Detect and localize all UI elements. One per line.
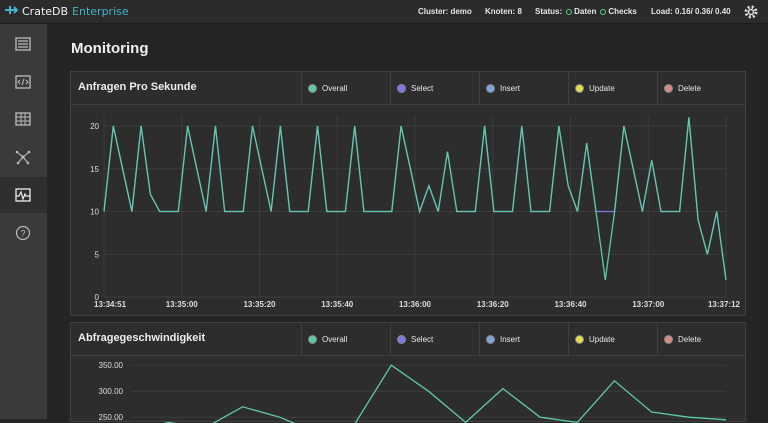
x-tick-label: 13:36:20	[477, 300, 510, 309]
legend-overall-label: Overall	[322, 335, 348, 344]
series-line-overall	[163, 364, 727, 423]
sidebar-item-console[interactable]	[13, 72, 33, 92]
x-tick-label: 13:36:40	[554, 300, 587, 309]
main-content: Monitoring Anfragen Pro Sekunde Overall …	[47, 24, 768, 423]
settings-gear-icon[interactable]	[743, 4, 759, 22]
top-bar: CrateDB Enterprise Cluster: demo Knoten:…	[0, 0, 768, 24]
y-tick-label: 300.00	[99, 387, 124, 396]
overall-dot-icon	[308, 84, 317, 93]
checks-status-icon	[600, 9, 607, 15]
qps-panel-header: Anfragen Pro Sekunde Overall Select Inse…	[71, 72, 745, 105]
update-dot-icon	[575, 335, 584, 344]
select-dot-icon	[397, 84, 406, 93]
y-tick-label: 20	[90, 122, 99, 131]
legend-insert[interactable]: Insert	[479, 72, 568, 105]
status: Status: Daten Checks	[535, 7, 637, 16]
brand-name: CrateDB	[22, 5, 69, 18]
legend-delete[interactable]: Delete	[657, 72, 746, 105]
svg-text:?: ?	[20, 229, 25, 239]
cluster-icon	[15, 150, 31, 165]
legend-update-2[interactable]: Update	[568, 323, 657, 356]
console-icon	[15, 75, 31, 89]
speed-panel-title: Abfragegeschwindigkeit	[78, 332, 206, 344]
load-average: Load: 0.16/ 0.36/ 0.40	[651, 7, 731, 16]
status-checks[interactable]: Checks	[608, 7, 636, 16]
overall-dot-icon	[308, 335, 317, 344]
insert-dot-icon	[486, 84, 495, 93]
x-tick-label: 13:35:20	[243, 300, 276, 309]
legend-overall-2[interactable]: Overall	[301, 323, 390, 356]
speed-chart: 350.00 300.00 250.00	[99, 361, 727, 423]
y-tick-label: 250.00	[99, 413, 124, 422]
legend-delete-label: Delete	[678, 335, 702, 344]
y-tick-label: 15	[90, 165, 99, 174]
y-tick-label: 5	[95, 250, 100, 259]
legend-update-label: Update	[589, 335, 615, 344]
legend-select[interactable]: Select	[390, 72, 479, 105]
x-tick-label: 13:34:51	[94, 300, 127, 309]
data-status-icon	[566, 9, 573, 15]
select-dot-icon	[397, 335, 406, 344]
speed-panel: Abfragegeschwindigkeit Overall Select In…	[70, 322, 746, 423]
monitoring-icon	[15, 188, 31, 202]
x-tick-label: 13:35:00	[166, 300, 199, 309]
sidebar-item-help[interactable]: ?	[13, 223, 33, 243]
legend-insert-label: Insert	[500, 84, 521, 93]
qps-panel: Anfragen Pro Sekunde Overall Select Inse…	[70, 71, 746, 316]
sidebar: ?	[0, 24, 47, 419]
legend-select-label: Select	[411, 335, 434, 344]
tables-icon	[15, 112, 31, 126]
sidebar-item-cluster[interactable]	[13, 147, 33, 167]
legend-update[interactable]: Update	[568, 72, 657, 105]
legend-select-2[interactable]: Select	[390, 323, 479, 356]
node-count: Knoten: 8	[485, 7, 522, 16]
legend-overall-label: Overall	[322, 84, 348, 93]
x-tick-label: 13:35:40	[321, 300, 354, 309]
update-dot-icon	[575, 84, 584, 93]
help-icon: ?	[15, 225, 31, 241]
insert-dot-icon	[486, 335, 495, 344]
legend-insert-2[interactable]: Insert	[479, 323, 568, 356]
sidebar-item-monitoring[interactable]	[0, 177, 47, 213]
legend-delete-2[interactable]: Delete	[657, 323, 746, 356]
y-tick-label: 10	[90, 208, 99, 217]
brand[interactable]: CrateDB Enterprise	[4, 4, 129, 19]
status-data[interactable]: Daten	[574, 7, 596, 16]
cluster-name: Cluster: demo	[418, 7, 472, 16]
page-title: Monitoring	[71, 40, 149, 57]
overview-icon	[15, 37, 31, 51]
legend-delete-label: Delete	[678, 84, 702, 93]
qps-panel-title: Anfragen Pro Sekunde	[78, 81, 197, 93]
status-label: Status:	[535, 7, 563, 16]
qps-chart: 0510152013:34:51 13:35:00 13:35:20 13:35:40…	[90, 116, 741, 309]
legend-update-label: Update	[589, 84, 615, 93]
y-tick-label: 350.00	[99, 361, 124, 370]
crate-logo-icon	[4, 4, 19, 19]
x-tick-label: 13:37:12	[708, 300, 741, 309]
speed-panel-header: Abfragegeschwindigkeit Overall Select In…	[71, 323, 745, 356]
legend-select-label: Select	[411, 84, 434, 93]
legend-insert-label: Insert	[500, 335, 521, 344]
delete-dot-icon	[664, 84, 673, 93]
delete-dot-icon	[664, 335, 673, 344]
brand-edition: Enterprise	[72, 5, 129, 18]
x-tick-label: 13:36:00	[399, 300, 432, 309]
sidebar-item-overview[interactable]	[13, 34, 33, 54]
sidebar-item-tables[interactable]	[13, 109, 33, 129]
legend-overall[interactable]: Overall	[301, 72, 390, 105]
x-tick-label: 13:37:00	[632, 300, 665, 309]
